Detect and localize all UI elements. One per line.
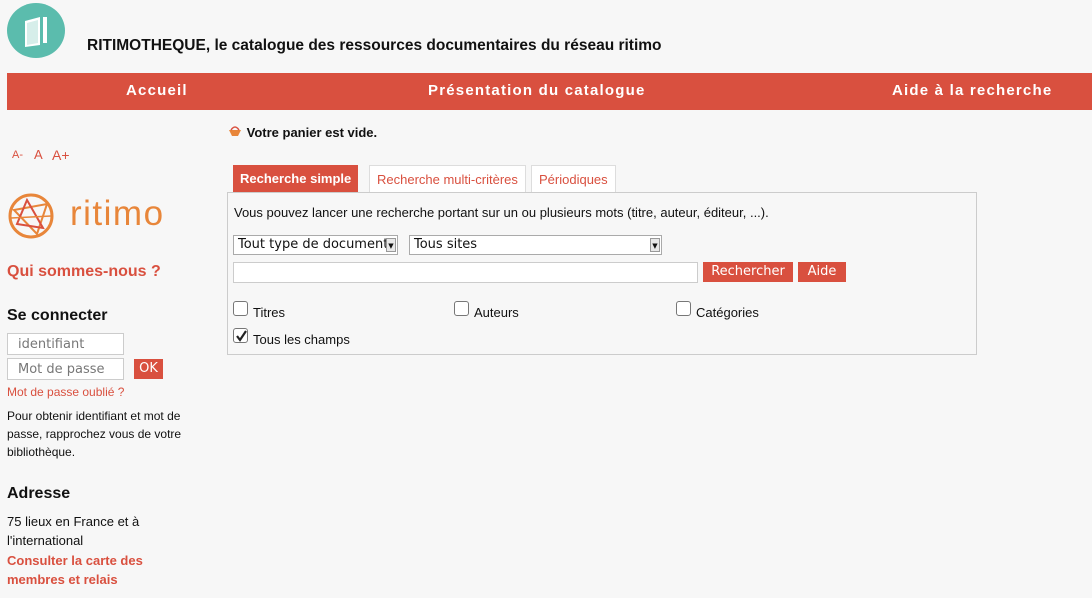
address-text: 75 lieux en France et à l'international	[7, 514, 140, 548]
doc-type-select[interactable]: Tout type de document ▼	[233, 235, 398, 255]
about-link[interactable]: Qui sommes-nous ?	[7, 263, 161, 281]
ritimo-logo-icon[interactable]	[7, 192, 57, 247]
search-intro: Vous pouvez lancer une recherche portant…	[234, 205, 769, 220]
titres-label: Titres	[253, 305, 286, 320]
site-title: RITIMOTHEQUE, le catalogue des ressource…	[87, 37, 662, 54]
font-size-default[interactable]: A	[34, 147, 43, 162]
auteurs-checkbox[interactable]	[454, 301, 469, 316]
forgot-password-link[interactable]: Mot de passe oublié ?	[7, 385, 124, 399]
cart-status-text: Votre panier est vide.	[246, 125, 378, 140]
password-field[interactable]	[7, 358, 124, 380]
titres-checkbox[interactable]	[233, 301, 248, 316]
site-logo[interactable]	[7, 3, 65, 58]
address-heading: Adresse	[7, 485, 71, 502]
tous-champs-checkbox[interactable]	[233, 328, 248, 343]
font-size-decrease[interactable]: A-	[12, 149, 23, 161]
book-icon	[25, 17, 47, 47]
login-heading: Se connecter	[7, 307, 108, 324]
nav-item-accueil[interactable]: Accueil	[126, 82, 188, 99]
categories-label: Catégories	[696, 305, 759, 320]
username-field[interactable]	[7, 333, 124, 355]
search-input[interactable]	[233, 262, 698, 283]
site-select[interactable]: Tous sites ▼	[409, 235, 662, 255]
tous-champs-label: Tous les champs	[253, 332, 350, 347]
main-nav: Accueil Présentation du catalogue Aide à…	[7, 73, 1092, 110]
tab-periodicals[interactable]: Périodiques	[531, 165, 616, 192]
site-selected: Tous sites	[414, 237, 478, 252]
login-help-text: Pour obtenir identifiant et mot de passe…	[7, 409, 182, 459]
tab-simple-search[interactable]: Recherche simple	[233, 165, 359, 192]
cart-status: Votre panier est vide.	[227, 124, 377, 140]
ritimo-logo-text: ritimo	[70, 194, 165, 233]
help-button[interactable]: Aide	[798, 262, 846, 282]
checkmark-icon	[236, 330, 247, 342]
doc-type-selected: Tout type de document	[238, 237, 389, 252]
chevron-down-icon: ▼	[650, 238, 660, 252]
login-ok-button[interactable]: OK	[134, 359, 163, 379]
basket-icon	[229, 126, 241, 136]
auteurs-label: Auteurs	[474, 305, 519, 320]
search-button[interactable]: Rechercher	[703, 262, 793, 282]
font-size-increase[interactable]: A+	[52, 147, 70, 163]
tab-multi-criteria[interactable]: Recherche multi-critères	[369, 165, 526, 192]
chevron-down-icon: ▼	[386, 238, 396, 252]
categories-checkbox[interactable]	[676, 301, 691, 316]
nav-item-aide[interactable]: Aide à la recherche	[892, 82, 1052, 99]
map-link[interactable]: Consulter la carte des membres et relais	[7, 551, 157, 589]
nav-item-presentation[interactable]: Présentation du catalogue	[428, 82, 646, 99]
